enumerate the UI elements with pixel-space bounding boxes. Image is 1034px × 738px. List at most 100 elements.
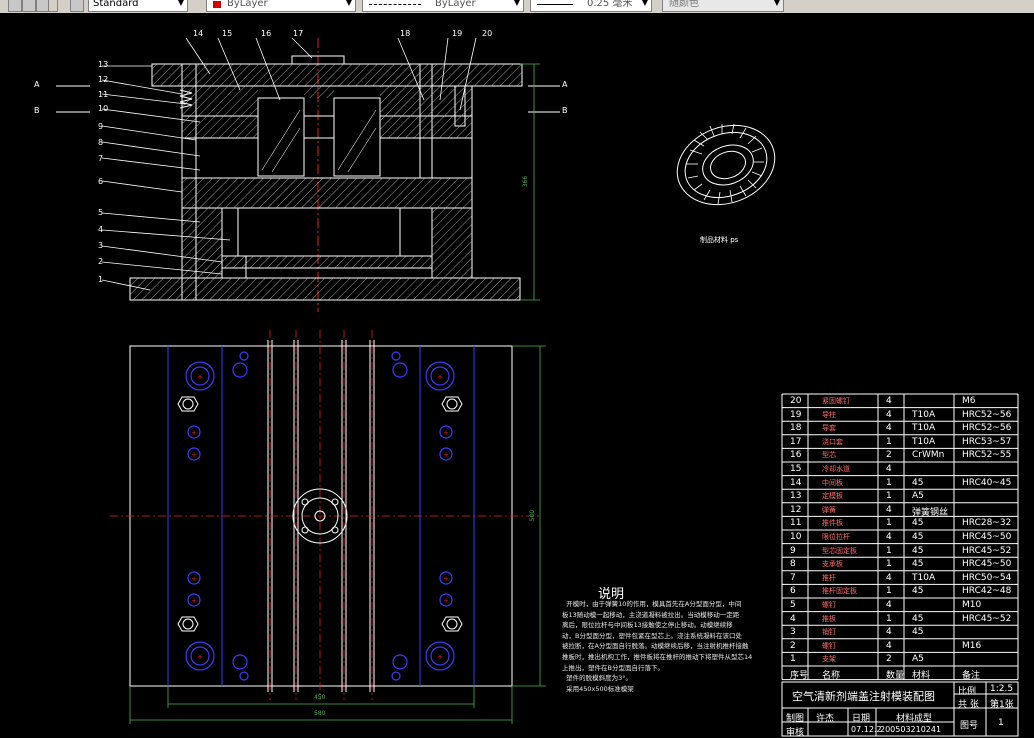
- core-left: [257, 97, 305, 177]
- bom-cell-name: 推杆: [822, 573, 836, 582]
- plan-outer-width-label: 580: [314, 710, 326, 717]
- part-label: 1: [98, 275, 104, 284]
- bom-cell-note: HRC50~54: [962, 572, 1012, 583]
- bom-cell-mat: 45: [912, 627, 924, 638]
- chevron-down-icon: ▼: [513, 0, 520, 7]
- bom-cell-name: 推板: [822, 614, 836, 623]
- bom-cell-note: HRC45~52: [962, 545, 1012, 556]
- text-style-icon: [70, 0, 84, 12]
- bom-cell-qty: 4: [886, 640, 892, 651]
- bom-cell-no: 17: [790, 436, 802, 447]
- date-value: 07.12.2: [851, 725, 882, 734]
- part-label: 2: [98, 257, 104, 266]
- bom-header-name: 名称: [822, 671, 841, 681]
- linetype-preview: [369, 4, 421, 5]
- drawing-title: 空气清新剂端盖注射模装配图: [792, 690, 935, 703]
- bom-cell-no: 6: [790, 586, 796, 597]
- part-label: 3: [98, 241, 104, 250]
- bom-cell-qty: 4: [886, 627, 892, 638]
- bom-cell-note: HRC52~56: [962, 409, 1012, 420]
- part-label: 4: [98, 225, 104, 234]
- bom-cell-no: 9: [790, 545, 796, 556]
- drawing-no: 1: [998, 718, 1004, 728]
- svg-text:+: +: [443, 429, 449, 437]
- part-label: 5: [98, 208, 104, 217]
- part-label: 16: [261, 29, 272, 38]
- student-id: 200503210241: [880, 725, 942, 734]
- bom-cell-no: 11: [790, 518, 802, 529]
- cad-drawing-canvas[interactable]: + + + + + + + + + + + +: [0, 13, 1034, 738]
- bom-cell-name: 冷却水道: [822, 465, 850, 473]
- bom-cell-mat: A5: [912, 491, 924, 502]
- properties-toolbar: Standard ▼ ByLayer ▼ ByLayer ▼ 0.25 毫米 ▼…: [0, 0, 1034, 14]
- bom-cell-no: 1: [790, 654, 796, 665]
- bom-cell-mat: 45: [912, 532, 924, 542]
- bom-cell-qty: 1: [886, 613, 892, 624]
- bom-cell-no: 8: [790, 559, 796, 570]
- bom-cell-no: 4: [790, 613, 796, 624]
- scale-value: 1:2.5: [990, 684, 1014, 694]
- color-select[interactable]: ByLayer ▼: [206, 0, 356, 12]
- notes-body: 开模时，由于弹簧10的作用，模具首先在A分型面分型，中间 板13随动模一起移动，…: [562, 600, 753, 693]
- bom-cell-name: 支架: [822, 655, 836, 664]
- toolbar-icon-1[interactable]: [8, 0, 22, 12]
- bom-cell-mat: 45: [912, 518, 924, 529]
- bom-cell-name: 推杆固定板: [822, 587, 857, 596]
- linetype-value: ByLayer: [435, 0, 476, 9]
- part-label: 20: [482, 29, 493, 38]
- bom-cell-mat: T10A: [912, 572, 936, 583]
- bom-cell-qty: 1: [886, 586, 892, 597]
- svg-text:+: +: [443, 597, 449, 605]
- bom-cell-note: HRC52~56: [962, 423, 1012, 434]
- drawing-no-label: 图号: [960, 721, 979, 731]
- bom-cell-mat: 45: [912, 613, 924, 624]
- text-style-select[interactable]: Standard ▼: [88, 0, 188, 12]
- bom-cell-qty: 4: [886, 423, 892, 434]
- bom-cell-qty: 1: [886, 518, 892, 529]
- plot-style-select[interactable]: 随颜色 ▼: [662, 0, 784, 12]
- bom-cell-note: HRC42~48: [962, 586, 1012, 597]
- bom-cell-qty: 4: [886, 409, 892, 420]
- bom-cell-mat: A5: [912, 654, 924, 665]
- toolbar-icon-2[interactable]: [22, 0, 36, 12]
- svg-text:+: +: [191, 429, 197, 437]
- part-label: 9: [98, 122, 104, 131]
- bom-cell-note: HRC53~57: [962, 436, 1012, 447]
- svg-text:+: +: [191, 597, 197, 605]
- plan-height-dim-label: 500: [529, 509, 537, 522]
- bom-cell-name: 中间板: [822, 478, 843, 487]
- bom-cell-qty: 4: [886, 572, 892, 583]
- color-value: ByLayer: [227, 0, 268, 9]
- chevron-down-icon: ▼: [177, 0, 184, 7]
- bom-cell-no: 19: [790, 409, 802, 420]
- bom-cell-note: HRC40~45: [962, 477, 1012, 488]
- section-marker-a-right: A: [562, 80, 568, 89]
- bom-cell-qty: 1: [886, 545, 892, 556]
- bom-cell-name: 型芯固定板: [822, 546, 857, 555]
- toolbar-icon-4[interactable]: [48, 0, 58, 12]
- linetype-select[interactable]: ByLayer ▼: [362, 0, 524, 12]
- product-caption: 制品材料 ps: [700, 236, 739, 244]
- part-label: 10: [98, 104, 109, 113]
- drawn-label: 制图: [786, 714, 805, 724]
- bom-cell-no: 14: [790, 477, 802, 488]
- part-label: 17: [293, 29, 304, 38]
- bom-cell-mat: 45: [912, 586, 924, 597]
- section-marker-a-left: A: [34, 80, 40, 89]
- bom-header-note: 备注: [962, 671, 981, 681]
- bom-cell-no: 20: [790, 396, 802, 406]
- bom-cell-note: M10: [962, 600, 982, 610]
- part-label: 6: [98, 177, 104, 186]
- height-dim-label: 366: [522, 175, 530, 188]
- bom-cell-note: HRC52~55: [962, 450, 1012, 461]
- core-right: [333, 97, 381, 177]
- bom-cell-qty: 4: [886, 396, 892, 406]
- bom-cell-name: 导套: [822, 424, 836, 433]
- bom-cell-no: 15: [790, 464, 802, 474]
- bom-cell-name: 支承板: [822, 560, 843, 569]
- bom-cell-no: 12: [790, 504, 802, 515]
- lineweight-select[interactable]: 0.25 毫米 ▼: [530, 0, 652, 12]
- bom-cell-mat: 45: [912, 477, 924, 488]
- part-label: 8: [98, 138, 104, 147]
- bom-cell-qty: 4: [886, 532, 892, 542]
